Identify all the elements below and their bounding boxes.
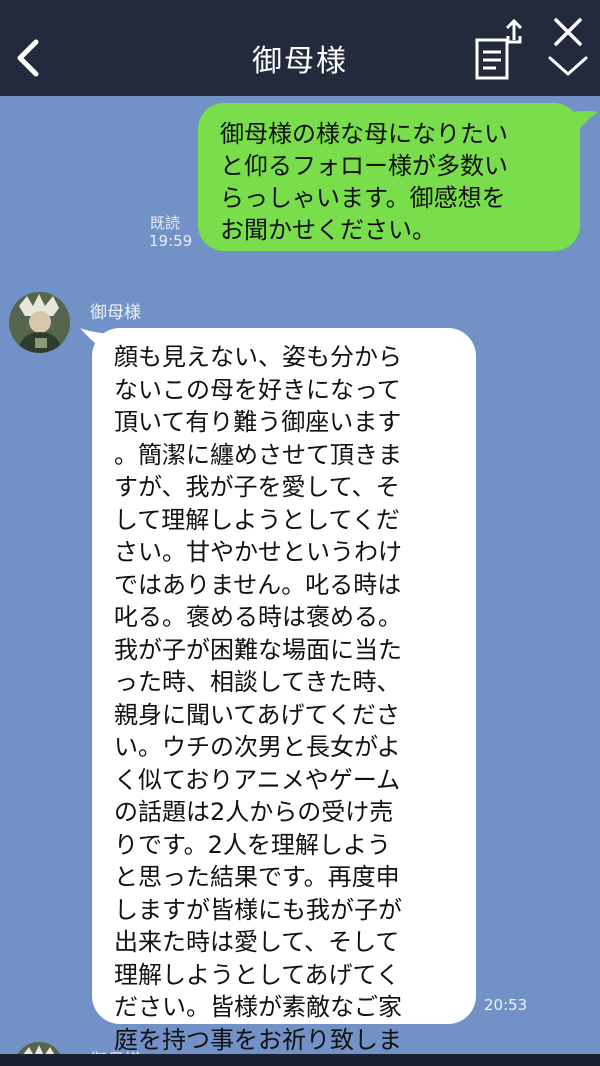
message-line: 。簡潔に纏めさせて頂きま — [114, 440, 402, 469]
message-line: りです。2人を理解しよう — [114, 830, 391, 859]
received-timestamp: 20:53 — [484, 996, 528, 1014]
message-line: らっしゃいます。御感想を — [220, 184, 506, 212]
message-line: ださい。皆様が素敵なご家 — [114, 993, 402, 1021]
chat-header: 御母様 — [0, 0, 600, 96]
read-status: 既読 — [150, 214, 181, 232]
avatar-image — [9, 292, 70, 353]
message-line: さい。甘やかせというわけ — [114, 538, 402, 566]
sent-timestamp: 19:59 — [149, 232, 193, 250]
message-line: い。ウチの次男と長女がよ — [114, 733, 401, 761]
message-line: く似ておりアニメやゲーム — [114, 765, 401, 794]
sent-message-bubble[interactable]: 御母様の様な母になりたい と仰るフォロー様が多数い らっしゃいます。御感想を お… — [198, 103, 580, 251]
message-line: と思った結果です。再度申 — [114, 863, 400, 891]
message-line: お聞かせください。 — [220, 216, 436, 244]
close-button[interactable] — [544, 14, 592, 80]
notes-share-icon — [475, 18, 523, 80]
message-line: 頂いて有り難う御座います — [114, 408, 402, 436]
message-line: しますが皆様にも我が子が — [114, 895, 402, 924]
message-line: して理解しようとしてくだ — [114, 505, 400, 534]
message-line: と仰るフォロー様が多数い — [220, 152, 508, 180]
message-line: 理解しようとしてあげてく — [114, 960, 400, 989]
sent-bubble-tail — [570, 111, 598, 136]
chat-area[interactable]: 御母様の様な母になりたい と仰るフォロー様が多数い らっしゃいます。御感想を お… — [0, 96, 600, 1066]
avatar[interactable] — [9, 292, 70, 353]
message-line: った時、相談してきた時、 — [114, 668, 401, 696]
message-line: 叱る。褒める時は褒める。 — [114, 603, 402, 631]
message-line: 庭を持つ事をお祈り致しま — [114, 1025, 402, 1054]
received-message-bubble[interactable]: 顔も見えない、姿も分から ないこの母を好きになって 頂いて有り難う御座います 。… — [92, 328, 476, 1066]
notes-button[interactable] — [472, 16, 530, 82]
bottom-bar — [0, 1054, 600, 1066]
message-line: すが、我が子を愛して、そ — [114, 473, 400, 501]
message-line: 御母様の様な母になりたい — [220, 120, 508, 148]
close-collapse-icon — [548, 18, 588, 76]
message-line: の話題は2人からの受け売 — [114, 798, 394, 826]
message-line: 我が子が困難な場面に当た — [114, 635, 402, 664]
message-line: 顔も見えない、姿も分から — [114, 343, 402, 371]
message-line: 出来た時は愛して、そして — [114, 928, 400, 956]
sender-name: 御母様 — [90, 303, 141, 323]
message-line: ないこの母を好きになって — [114, 375, 401, 404]
message-line: 親身に聞いてあげてくださ — [114, 700, 400, 729]
message-line: ではありません。叱る時は — [114, 570, 402, 599]
